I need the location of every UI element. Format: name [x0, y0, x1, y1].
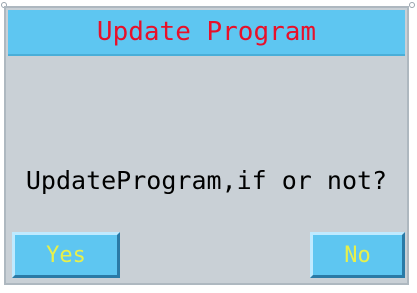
- yes-button[interactable]: Yes: [12, 232, 120, 278]
- dialog-title: Update Program: [96, 17, 317, 47]
- dialog-message: UpdateProgram,if or not?: [25, 166, 388, 195]
- no-button[interactable]: No: [310, 232, 405, 278]
- dialog-title-bar: Update Program: [8, 10, 405, 56]
- window-corner-right: [409, 2, 415, 8]
- update-dialog: Update Program UpdateProgram,if or not? …: [4, 6, 409, 285]
